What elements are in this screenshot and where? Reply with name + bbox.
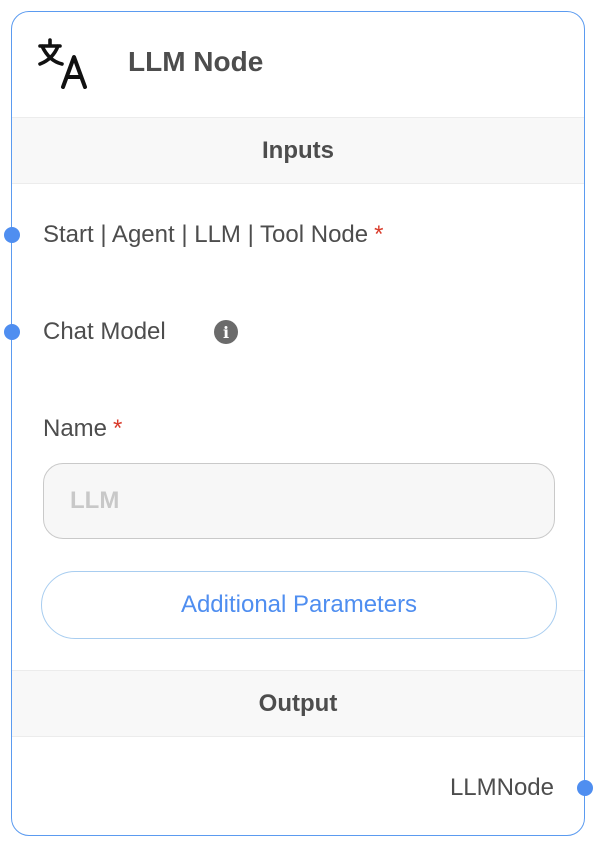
name-input[interactable] [43, 463, 555, 539]
translate-icon [38, 38, 87, 89]
input-anchor-start-agent-llm-tool: Start | Agent | LLM | Tool Node * [3, 215, 584, 255]
input-handle[interactable] [3, 324, 20, 340]
required-asterisk: * [374, 221, 384, 248]
output-anchor-llmnode: LLMNode [12, 768, 593, 808]
node-title: LLM Node [128, 46, 264, 77]
input-handle[interactable] [3, 227, 20, 243]
name-field-label-row: Name * [12, 409, 584, 449]
required-asterisk: * [113, 415, 123, 442]
name-label-text: Name [43, 415, 108, 442]
input-anchor-label: Chat Model [43, 318, 166, 345]
inputs-section-header: Inputs [12, 117, 584, 184]
anchor-label-text: Start | Agent | LLM | Tool Node [43, 221, 369, 248]
output-section-header: Output [12, 670, 584, 737]
output-anchor-label: LLMNode [449, 774, 554, 801]
name-field-label: Name * [43, 415, 122, 443]
node-header: LLM Node [12, 12, 584, 117]
llm-node-card[interactable]: LLM Node Inputs Start | Agent | LLM | To… [3, 11, 593, 836]
output-handle[interactable] [576, 780, 593, 796]
input-anchor-chat-model: Chat Model i [3, 312, 584, 352]
info-icon[interactable]: i [214, 320, 238, 344]
additional-parameters-button[interactable]: Additional Parameters [41, 571, 557, 639]
input-anchor-label: Start | Agent | LLM | Tool Node * [43, 221, 383, 249]
